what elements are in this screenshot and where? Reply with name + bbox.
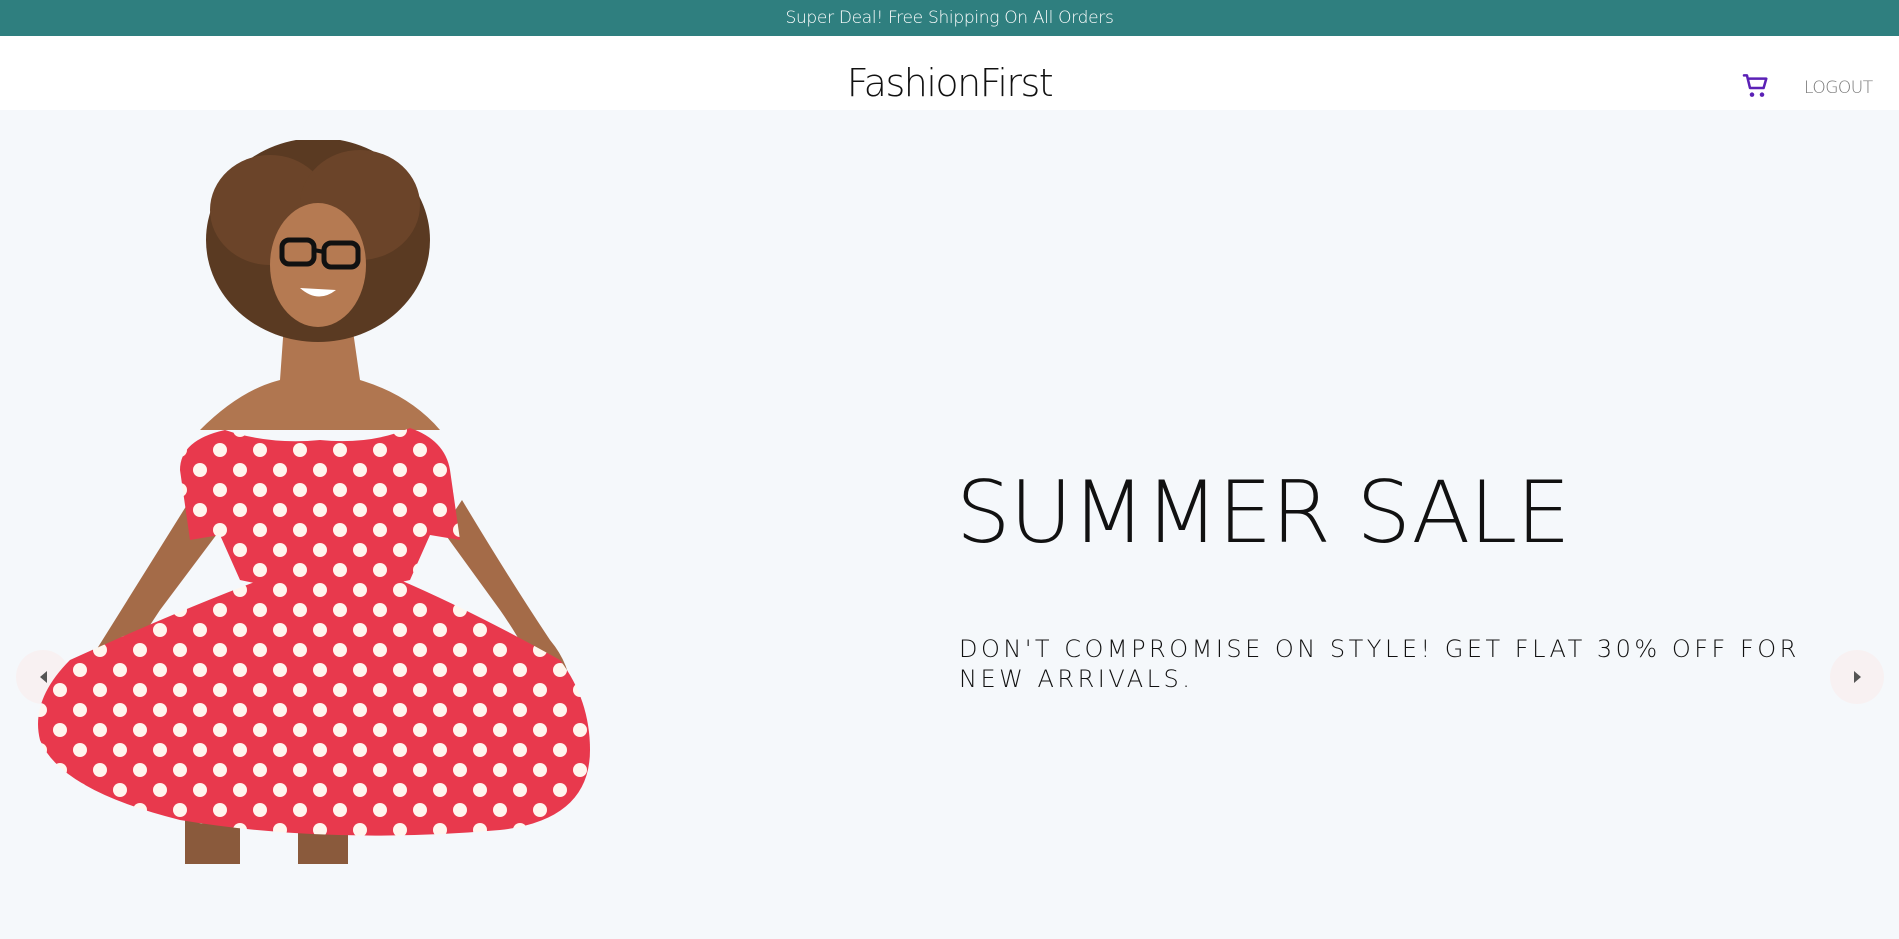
announcement-text: Super Deal! Free Shipping On All Orders <box>785 8 1114 28</box>
slider-next-button[interactable] <box>1830 650 1884 704</box>
hero-title: SUMMER SALE <box>956 463 1571 563</box>
arrow-right-icon <box>1853 671 1861 683</box>
shopping-cart-icon[interactable] <box>1740 70 1772 102</box>
logout-link[interactable]: LOGOUT <box>1804 78 1873 98</box>
announcement-bar: Super Deal! Free Shipping On All Orders <box>0 0 1899 36</box>
hero-slider: SUMMER SALE DON'T COMPROMISE ON STYLE! G… <box>0 110 1899 939</box>
hero-image <box>30 138 720 864</box>
navbar: FashionFirst LOGOUT <box>0 36 1899 110</box>
hero-description: DON'T COMPROMISE ON STYLE! GET FLAT 30% … <box>959 635 1800 693</box>
logo[interactable]: FashionFirst <box>0 64 1899 102</box>
